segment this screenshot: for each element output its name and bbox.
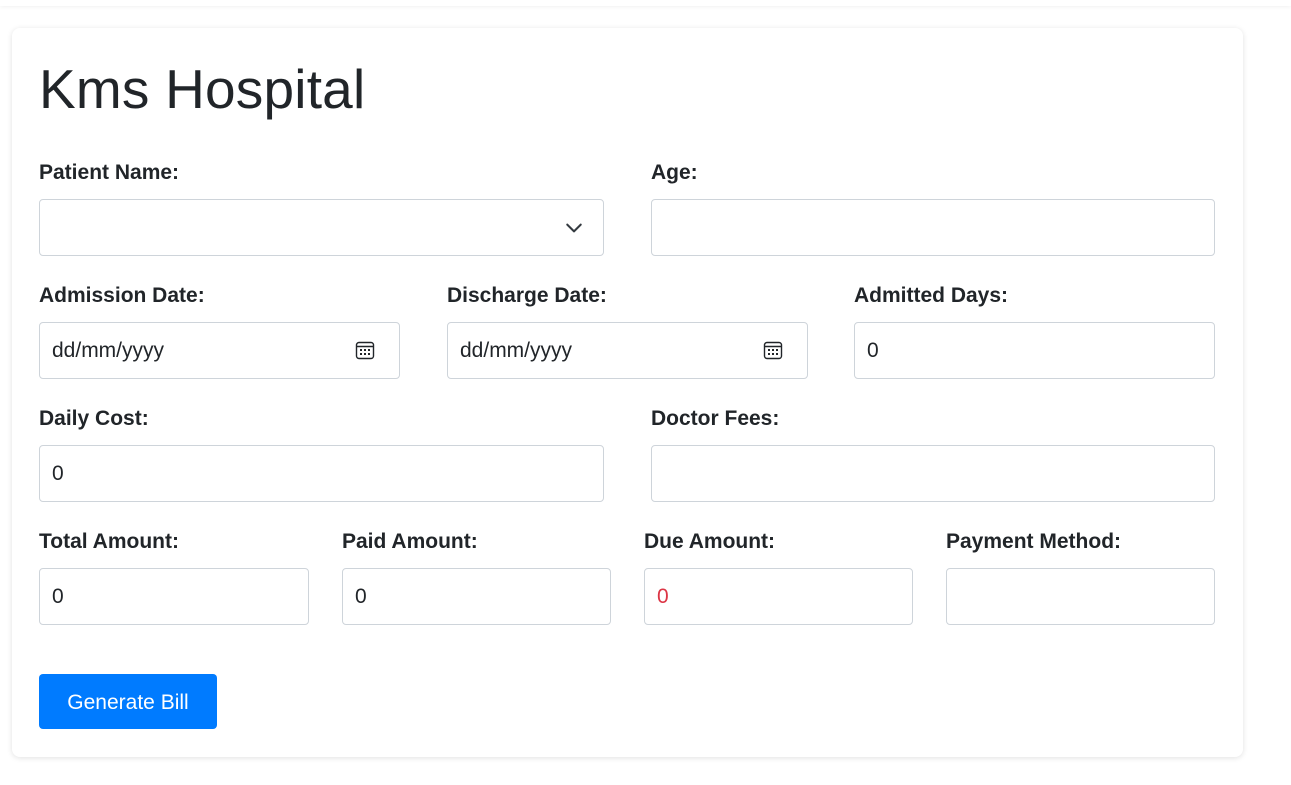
generate-bill-button[interactable]: Generate Bill [39, 674, 217, 729]
discharge-date-label: Discharge Date: [447, 284, 607, 307]
calendar-icon[interactable] [763, 340, 783, 360]
patient-name-select[interactable] [39, 199, 604, 256]
admission-date-label: Admission Date: [39, 284, 205, 307]
due-amount-label: Due Amount: [644, 530, 776, 553]
admission-date-input[interactable]: dd/mm/yyyy [39, 322, 400, 379]
total-amount-value: 0 [52, 585, 64, 608]
paid-amount-input[interactable]: 0 [342, 568, 611, 625]
due-amount-value: 0 [657, 585, 669, 608]
daily-cost-input[interactable]: 0 [39, 445, 604, 502]
age-input[interactable] [651, 199, 1215, 256]
paid-amount-label: Paid Amount: [342, 530, 478, 553]
calendar-icon[interactable] [355, 340, 375, 360]
chevron-down-icon [566, 223, 582, 233]
total-amount-label: Total Amount: [39, 530, 179, 553]
due-amount-input[interactable]: 0 [644, 568, 913, 625]
daily-cost-label: Daily Cost: [39, 407, 149, 430]
admitted-days-value: 0 [867, 339, 879, 362]
patient-name-label: Patient Name: [39, 161, 180, 184]
doctor-fees-input[interactable] [651, 445, 1215, 502]
page-title: Kms Hospital [39, 58, 366, 120]
discharge-date-input[interactable]: dd/mm/yyyy [447, 322, 808, 379]
billing-card: Kms Hospital Patient Name: Age: Admissio… [12, 28, 1243, 757]
admitted-days-input[interactable]: 0 [854, 322, 1215, 379]
doctor-fees-label: Doctor Fees: [651, 407, 780, 430]
top-bar [0, 0, 1291, 6]
payment-method-label: Payment Method: [946, 530, 1122, 553]
total-amount-input[interactable]: 0 [39, 568, 309, 625]
discharge-date-placeholder: dd/mm/yyyy [460, 339, 573, 362]
admission-date-placeholder: dd/mm/yyyy [52, 339, 165, 362]
daily-cost-value: 0 [52, 462, 64, 485]
paid-amount-value: 0 [355, 585, 367, 608]
admitted-days-label: Admitted Days: [854, 284, 1009, 307]
payment-method-input[interactable] [946, 568, 1215, 625]
age-label: Age: [651, 161, 698, 184]
